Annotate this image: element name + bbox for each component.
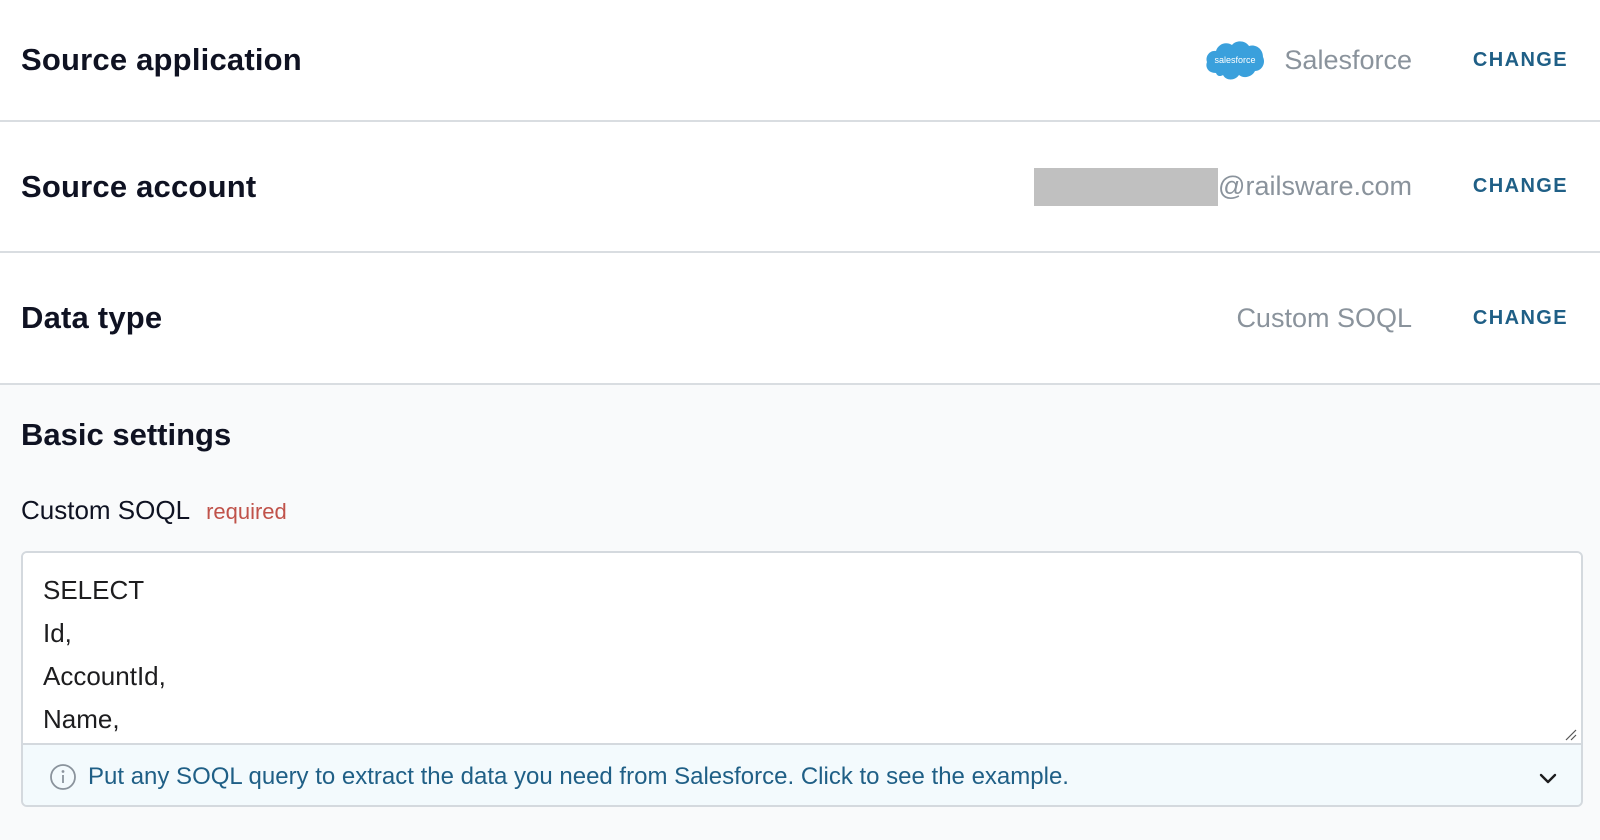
change-source-account-button[interactable]: CHANGE [1473,175,1568,198]
data-type-row: Data type Custom SOQL CHANGE [0,253,1600,385]
source-application-value: Salesforce [1284,44,1412,75]
custom-soql-textarea[interactable] [23,553,1581,743]
soql-hint-toggle[interactable]: Put any SOQL query to extract the data y… [23,743,1581,805]
source-application-value-group: salesforce Salesforce [1204,37,1412,83]
change-source-application-button[interactable]: CHANGE [1473,49,1568,72]
source-account-value-group: @railsware.com [1034,167,1412,206]
custom-soql-field: Put any SOQL query to extract the data y… [21,551,1583,807]
source-application-title: Source application [21,42,302,77]
basic-settings-section: Basic settings Custom SOQL required Put … [0,385,1600,840]
basic-settings-title: Basic settings [21,417,232,452]
source-account-value: @railsware.com [1218,171,1412,201]
svg-text:salesforce: salesforce [1215,55,1256,65]
chevron-down-icon[interactable] [1537,767,1559,789]
soql-hint-text: Put any SOQL query to extract the data y… [88,763,1069,790]
custom-soql-label-group: Custom SOQL required [21,495,287,526]
resize-handle-icon[interactable] [1563,727,1577,741]
custom-soql-label: Custom SOQL [21,495,191,525]
change-data-type-button[interactable]: CHANGE [1473,307,1568,330]
required-badge: required [206,499,287,524]
source-application-row: Source application salesforce Salesforce… [0,0,1600,122]
page: Source application salesforce Salesforce… [0,0,1600,840]
source-account-row: Source account @railsware.com CHANGE [0,122,1600,253]
redacted-block [1034,167,1219,206]
info-icon [50,764,76,790]
source-account-title: Source account [21,168,257,204]
data-type-title: Data type [21,300,163,335]
salesforce-logo: salesforce [1206,41,1265,80]
data-type-value: Custom SOQL [1236,302,1412,333]
